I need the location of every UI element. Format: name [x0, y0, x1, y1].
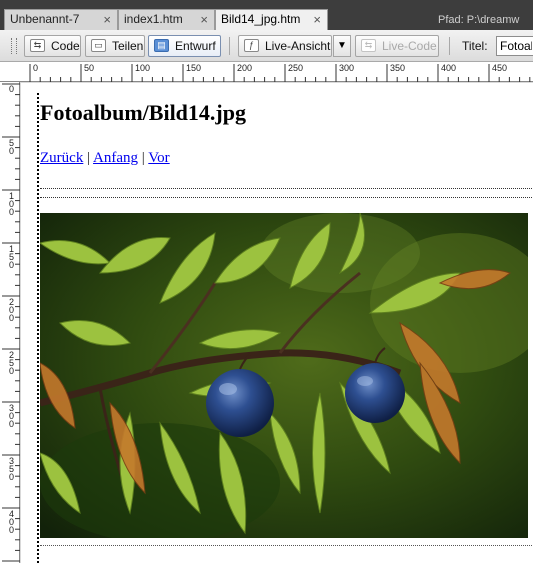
design-icon: ▤: [154, 39, 169, 52]
ruler-label: 0: [9, 84, 15, 94]
ruler-label: 50: [84, 63, 95, 73]
tab-bild14[interactable]: Bild14_jpg.htm ×: [215, 9, 328, 30]
tab-label: index1.htm: [124, 12, 183, 26]
design-canvas[interactable]: Fotoalbum/Bild14.jpg Zurück | Anfang | V…: [21, 83, 533, 563]
document-toolbar: ⇆ Code ▭ Teilen ▤ Entwurf ƒ Live-Ansicht…: [0, 30, 533, 62]
home-link[interactable]: Anfang: [93, 150, 138, 166]
ruler-label: 400: [441, 63, 457, 73]
tab-index1[interactable]: index1.htm ×: [118, 9, 215, 30]
page-heading[interactable]: Fotoalbum/Bild14.jpg: [40, 100, 246, 126]
live-view-button[interactable]: ƒ Live-Ansicht: [238, 35, 332, 57]
ruler-label: 250: [9, 350, 15, 376]
ruler-label: 250: [288, 63, 304, 73]
split-view-button[interactable]: ▭ Teilen: [85, 35, 145, 57]
toolbar-grip[interactable]: [11, 38, 17, 54]
design-view-button[interactable]: ▤ Entwurf: [148, 35, 221, 57]
ruler-label: 100: [9, 191, 15, 217]
image-bottom-boundary: [40, 545, 533, 546]
nav-separator: |: [87, 150, 91, 166]
toolbar-separator: [229, 37, 230, 55]
close-icon[interactable]: ×: [313, 10, 321, 29]
design-view-label: Entwurf: [175, 39, 216, 53]
ruler-label: 50: [9, 138, 15, 156]
horizontal-ruler[interactable]: 0 50 100 150 200 250 300 350 400 450: [0, 62, 533, 82]
title-label: Titel:: [462, 39, 488, 53]
chevron-down-icon: ▼: [337, 40, 347, 51]
split-view-label: Teilen: [112, 39, 144, 53]
code-view-label: Code: [51, 39, 80, 53]
split-icon: ▭: [91, 39, 106, 52]
code-view-button[interactable]: ⇆ Code: [24, 35, 81, 57]
title-input[interactable]: [496, 36, 533, 56]
code-icon: ⇆: [30, 39, 45, 52]
live-view-icon: ƒ: [244, 39, 259, 52]
live-code-icon: ⇆: [361, 39, 376, 52]
live-code-button[interactable]: ⇆ Live-Code: [355, 35, 439, 57]
ruler-label: 150: [186, 63, 202, 73]
ruler-label: 0: [33, 63, 39, 73]
next-link[interactable]: Vor: [148, 150, 169, 166]
ruler-label: 350: [390, 63, 406, 73]
document-tab-bar: Unbenannt-7 × index1.htm × Bild14_jpg.ht…: [0, 0, 533, 30]
ruler-label: 300: [339, 63, 355, 73]
back-link[interactable]: Zurück: [40, 150, 83, 166]
live-code-label: Live-Code: [382, 39, 437, 53]
nav-separator: |: [141, 150, 145, 166]
live-view-label: Live-Ansicht: [265, 39, 331, 53]
ruler-label: 400: [9, 509, 15, 535]
ruler-label: 200: [237, 63, 253, 73]
close-icon[interactable]: ×: [200, 10, 208, 29]
file-path: Pfad: P:\dreamw: [438, 14, 520, 26]
navigation-links: Zurück | Anfang | Vor: [40, 150, 170, 167]
ruler-label: 450: [492, 63, 508, 73]
live-view-dropdown[interactable]: ▼: [333, 35, 351, 57]
tab-unbenannt-7[interactable]: Unbenannt-7 ×: [4, 9, 118, 30]
tab-label: Unbenannt-7: [10, 12, 80, 26]
ruler-label: 150: [9, 244, 15, 270]
tab-label: Bild14_jpg.htm: [221, 12, 301, 26]
toolbar-separator: [449, 37, 450, 55]
ruler-label: 300: [9, 403, 15, 429]
vertical-ruler[interactable]: 0 50 100 150 200 250 300 350 400: [0, 82, 20, 563]
close-icon[interactable]: ×: [103, 10, 111, 29]
ruler-label: 100: [135, 63, 151, 73]
photo-plums-on-branch[interactable]: [40, 213, 528, 538]
ruler-label: 350: [9, 456, 15, 482]
ruler-label: 200: [9, 297, 15, 323]
